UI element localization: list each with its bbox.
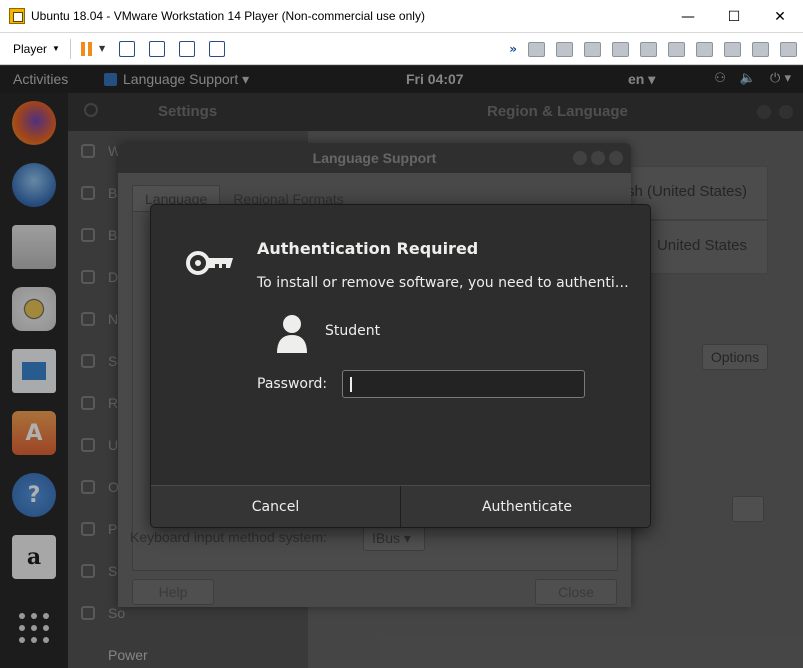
sound-icon[interactable]	[696, 41, 713, 57]
usb-icon[interactable]	[724, 41, 741, 57]
vmware-toolbar: Player ▼ ▼ »	[0, 33, 803, 65]
dialog-title: Authentication Required	[257, 239, 479, 258]
double-chevron-icon[interactable]: »	[509, 42, 517, 56]
authenticate-button[interactable]: Authenticate	[402, 486, 650, 527]
close-button[interactable]: ✕	[757, 0, 803, 33]
dialog-message: To install or remove software, you need …	[257, 275, 629, 291]
network-icon[interactable]	[640, 41, 657, 57]
minimize-button[interactable]: —	[665, 0, 711, 33]
fullscreen-icon[interactable]	[179, 40, 196, 57]
floppy-icon[interactable]	[612, 41, 629, 57]
device-icons: »	[509, 33, 797, 65]
send-ctrl-alt-del-icon[interactable]	[119, 40, 136, 57]
printer-icon[interactable]	[668, 41, 685, 57]
unity-mode-icon[interactable]	[149, 40, 166, 57]
cd-drive-2-icon[interactable]	[584, 41, 601, 57]
vmware-titlebar: Ubuntu 18.04 - VMware Workstation 14 Pla…	[0, 0, 803, 33]
player-menu-label: Player	[13, 41, 48, 56]
cd-drive-icon[interactable]	[556, 41, 573, 57]
hard-disk-icon[interactable]	[528, 41, 545, 57]
user-name: Student	[325, 323, 381, 339]
maximize-button[interactable]: ☐	[711, 0, 757, 33]
guest-desktop: Activities Language Support ▾ Fri 04:07 …	[0, 66, 803, 668]
unity-off-icon[interactable]	[209, 40, 226, 57]
toolbar-divider	[69, 38, 71, 59]
pause-icon[interactable]	[80, 41, 93, 56]
text-cursor	[350, 377, 352, 392]
password-input[interactable]	[342, 370, 585, 398]
player-menu-button[interactable]: Player ▼	[13, 42, 60, 56]
key-icon	[186, 251, 233, 275]
vmware-app-icon	[9, 8, 25, 24]
authentication-dialog: Authentication Required To install or re…	[150, 204, 651, 528]
user-avatar-icon	[277, 315, 307, 353]
message-icon[interactable]	[780, 41, 797, 57]
dialog-button-row: Cancel Authenticate	[151, 485, 650, 527]
chevron-down-icon: ▼	[52, 44, 60, 53]
password-label: Password:	[257, 376, 328, 392]
webcam-icon[interactable]	[752, 41, 769, 57]
window-title: Ubuntu 18.04 - VMware Workstation 14 Pla…	[31, 9, 425, 23]
cancel-button[interactable]: Cancel	[151, 486, 401, 527]
chevron-down-icon[interactable]: ▼	[99, 44, 105, 53]
